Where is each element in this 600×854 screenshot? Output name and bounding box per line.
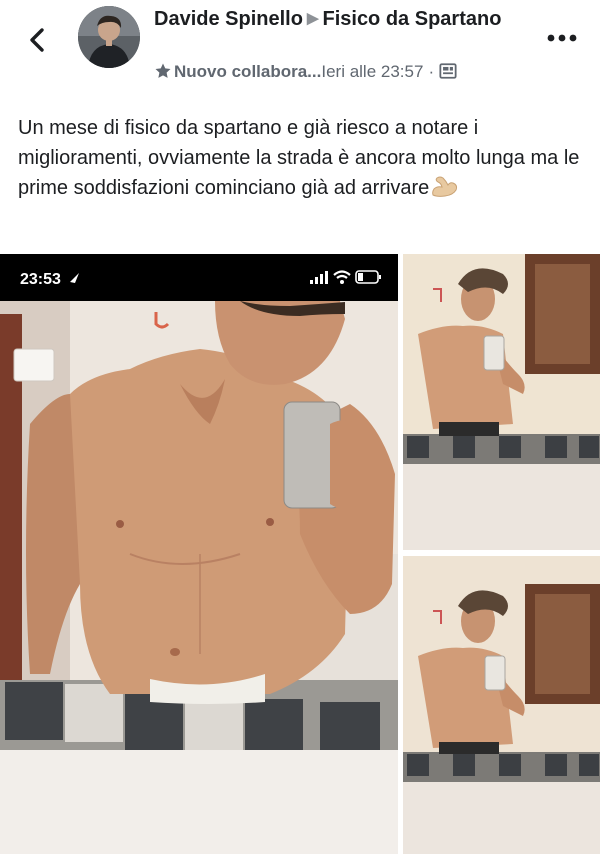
meta-separator: ·: [428, 62, 435, 81]
more-options-icon: [547, 34, 577, 42]
member-badge: Nuovo collabora...: [174, 62, 322, 81]
photo-top-right[interactable]: [403, 254, 600, 550]
post-text-content: Un mese di fisico da spartano e già ries…: [18, 117, 580, 199]
back-button[interactable]: [24, 26, 52, 54]
author-name[interactable]: Davide Spinello: [154, 8, 303, 30]
more-options-button[interactable]: [546, 30, 578, 42]
flexed-biceps-emoji: [431, 175, 459, 208]
photo-icon: [439, 62, 457, 86]
post-text: Un mese di fisico da spartano e già ries…: [18, 113, 584, 208]
photo-bottom-right[interactable]: [403, 556, 600, 854]
group-name[interactable]: Fisico da Spartano: [322, 8, 501, 30]
post-title: Davide Spinello ▶ Fisico da Spartano: [154, 5, 534, 35]
status-time: 23:53: [20, 271, 61, 288]
arrow-right-icon: ▶: [306, 10, 319, 27]
post-header: Davide Spinello ▶ Fisico da Spartano Nuovo…: [0, 0, 600, 92]
avatar[interactable]: [78, 6, 140, 68]
chevron-left-icon: [30, 28, 44, 52]
timestamp[interactable]: Ieri alle 23:57: [321, 62, 423, 81]
photo-main[interactable]: 23:53: [0, 254, 398, 854]
star-icon: [154, 62, 172, 86]
post-meta: Nuovo collabora...Ieri alle 23:57 ·: [154, 61, 457, 86]
